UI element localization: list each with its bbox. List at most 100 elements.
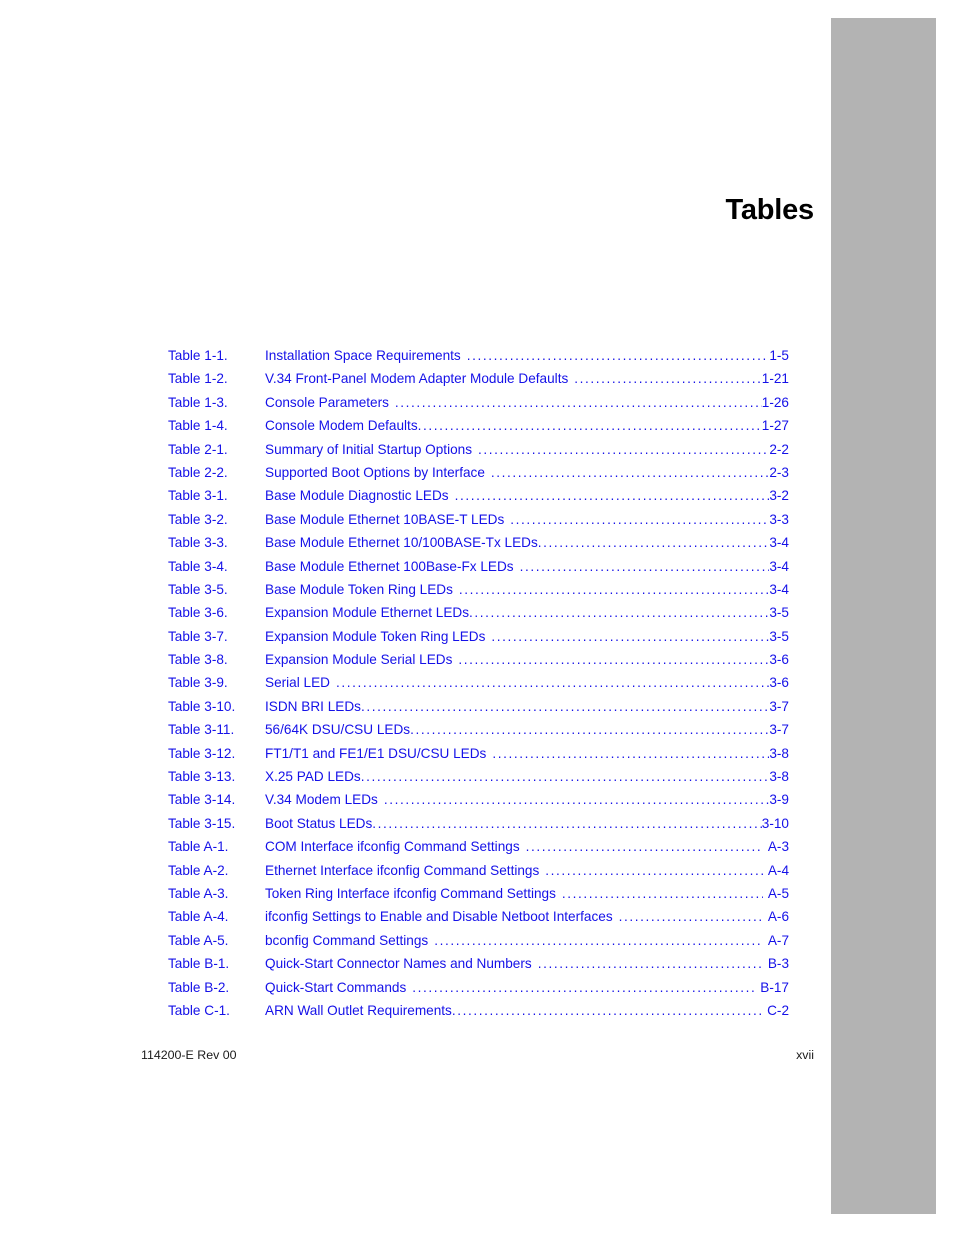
toc-dot-leader: ........................................… bbox=[372, 816, 762, 831]
toc-entry-description: V.34 Front-Panel Modem Adapter Module De… bbox=[265, 371, 569, 387]
toc-entry-description: Token Ring Interface ifconfig Command Se… bbox=[265, 885, 556, 901]
toc-entry-page-number: 3-7 bbox=[769, 722, 789, 738]
toc-dot-leader: ........................................… bbox=[478, 442, 769, 457]
toc-entry-body: FT1/T1 and FE1/E1 DSU/CSU LEDs..........… bbox=[265, 746, 769, 761]
toc-entry-description: Base Module Ethernet 10BASE-T LEDs bbox=[265, 511, 505, 527]
toc-entry-description: Base Module Ethernet 10/100BASE-Tx LEDs bbox=[265, 535, 538, 551]
toc-dot-leader: ........................................… bbox=[519, 559, 770, 574]
toc-entry-body: bconfig Command Settings................… bbox=[265, 933, 763, 948]
toc-entry[interactable]: Table A-5. bconfig Command Settings......… bbox=[168, 933, 789, 956]
toc-entry-body: Summary of Initial Startup Options......… bbox=[265, 442, 769, 457]
toc-entry[interactable]: Table C-1. ARN Wall Outlet Requirements..… bbox=[168, 1003, 789, 1026]
toc-entry-label: Table 3-3. bbox=[168, 535, 228, 551]
toc-entry[interactable]: Table 3-1. Base Module Diagnostic LEDs...… bbox=[168, 488, 789, 511]
toc-entry-page-number: 3-4 bbox=[769, 581, 789, 597]
toc-entry-page-number: 3-2 bbox=[769, 488, 789, 504]
toc-dot-leader: ........................................… bbox=[394, 395, 762, 410]
toc-entry[interactable]: Table A-2. Ethernet Interface ifconfig Co… bbox=[168, 863, 789, 886]
toc-entry-page-number: A-6 bbox=[767, 909, 789, 925]
toc-entry-description: Expansion Module Ethernet LEDs bbox=[265, 605, 470, 621]
toc-entry[interactable]: Table 3-5. Base Module Token Ring LEDs...… bbox=[168, 582, 789, 605]
toc-dot-leader: ........................................… bbox=[561, 886, 763, 901]
toc-entry-label: Table A-3. bbox=[168, 885, 229, 901]
toc-entry-label: Table 3-1. bbox=[168, 488, 228, 504]
toc-entry-body: COM Interface ifconfig Command Settings.… bbox=[265, 839, 763, 854]
toc-dot-leader: ........................................… bbox=[545, 863, 763, 878]
toc-entry-body: Quick-Start Commands....................… bbox=[265, 980, 755, 995]
toc-entry[interactable]: Table 3-4. Base Module Ethernet 100Base-F… bbox=[168, 559, 789, 582]
toc-entry-page-number: C-2 bbox=[767, 1002, 789, 1018]
toc-entry-label: Table A-4. bbox=[168, 909, 229, 925]
page-edge-tab bbox=[831, 18, 936, 1214]
toc-entry-page-number: 3-6 bbox=[769, 675, 789, 691]
toc-entry-label: Table 3-6. bbox=[168, 605, 228, 621]
toc-entry[interactable]: Table 3-7. Expansion Module Token Ring LE… bbox=[168, 629, 789, 652]
toc-entry[interactable]: Table A-1. COM Interface ifconfig Command… bbox=[168, 839, 789, 862]
toc-entry-page-number: 1-5 bbox=[769, 348, 789, 363]
toc-entry-label: Table A-1. bbox=[168, 839, 229, 855]
toc-entry[interactable]: Table 1-1. Installation Space Requirement… bbox=[168, 348, 789, 371]
toc-entry[interactable]: Table 3-8. Expansion Module Serial LEDs..… bbox=[168, 652, 789, 675]
toc-entry[interactable]: Table 3-9. Serial LED....................… bbox=[168, 675, 789, 698]
toc-entry-body: Installation Space Requirements.........… bbox=[265, 348, 769, 363]
toc-entry-description: Quick-Start Connector Names and Numbers bbox=[265, 956, 532, 972]
toc-entry-description: Expansion Module Serial LEDs bbox=[265, 652, 453, 668]
toc-entry-label: Table 3-10. bbox=[168, 698, 236, 714]
toc-dot-leader: ........................................… bbox=[466, 349, 770, 363]
toc-dot-leader: ........................................… bbox=[434, 933, 763, 948]
toc-entry[interactable]: Table 3-12. FT1/T1 and FE1/E1 DSU/CSU LED… bbox=[168, 746, 789, 769]
toc-entry[interactable]: Table 2-1. Summary of Initial Startup Opt… bbox=[168, 442, 789, 465]
toc-entry-description: 56/64K DSU/CSU LEDs bbox=[265, 722, 411, 738]
toc-entry[interactable]: Table 3-3. Base Module Ethernet 10/100BAS… bbox=[168, 535, 789, 558]
toc-dot-leader: ........................................… bbox=[451, 1003, 763, 1018]
toc-entry-description: V.34 Modem LEDs bbox=[265, 792, 378, 808]
toc-entry-body: Console Parameters......................… bbox=[265, 395, 762, 410]
toc-entry-label: Table 3-4. bbox=[168, 558, 228, 574]
toc-entry-description: COM Interface ifconfig Command Settings bbox=[265, 839, 520, 855]
toc-entry-body: Console Modem Defaults..................… bbox=[265, 418, 762, 433]
toc-entry-description: X.25 PAD LEDs bbox=[265, 769, 361, 785]
toc-entry-page-number: 1-21 bbox=[761, 371, 789, 387]
toc-entry-page-number: 1-26 bbox=[761, 394, 789, 410]
toc-entry[interactable]: Table A-3. Token Ring Interface ifconfig … bbox=[168, 886, 789, 909]
toc-entry-label: Table 3-13. bbox=[168, 769, 236, 785]
toc-entry[interactable]: Table 3-6. Expansion Module Ethernet LEDs… bbox=[168, 605, 789, 628]
toc-entry[interactable]: Table 3-14. V.34 Modem LEDs..............… bbox=[168, 792, 789, 815]
toc-entry-body: Base Module Ethernet 10BASE-T LEDs......… bbox=[265, 512, 769, 527]
toc-dot-leader: ........................................… bbox=[458, 582, 770, 597]
toc-dot-leader: ........................................… bbox=[492, 746, 769, 761]
toc-entry-body: ISDN BRI LEDs...........................… bbox=[265, 699, 769, 714]
toc-entry-body: ifconfig Settings to Enable and Disable … bbox=[265, 909, 763, 924]
toc-entry[interactable]: Table 2-2. Supported Boot Options by Inte… bbox=[168, 465, 789, 488]
toc-entry-label: Table 1-1. bbox=[168, 348, 228, 363]
toc-entry-description: Base Module Ethernet 100Base-Fx LEDs bbox=[265, 558, 514, 574]
toc-entry-page-number: 3-3 bbox=[769, 511, 789, 527]
toc-entry-body: Serial LED..............................… bbox=[265, 675, 769, 690]
toc-entry-page-number: 3-5 bbox=[769, 628, 789, 644]
document-page: Tables Table 1-1. Installation Space Requ… bbox=[0, 0, 954, 1235]
toc-entry-page-number: 2-3 bbox=[769, 464, 789, 480]
toc-entry-label: Table 2-2. bbox=[168, 464, 228, 480]
toc-entry[interactable]: Table 3-15. Boot Status LEDs.............… bbox=[168, 816, 789, 839]
toc-entry[interactable]: Table B-2. Quick-Start Commands..........… bbox=[168, 980, 789, 1003]
footer-page-number: xvii bbox=[796, 1048, 814, 1062]
toc-dot-leader: ........................................… bbox=[510, 512, 770, 527]
toc-entry-page-number: 1-27 bbox=[761, 418, 789, 434]
toc-entry[interactable]: Table B-1. Quick-Start Connector Names an… bbox=[168, 956, 789, 979]
toc-entry[interactable]: Table 1-3. Console Parameters............… bbox=[168, 395, 789, 418]
toc-entry[interactable]: Table 3-13. X.25 PAD LEDs................… bbox=[168, 769, 789, 792]
toc-dot-leader: ........................................… bbox=[360, 699, 770, 714]
toc-entry[interactable]: Table 3-11. 56/64K DSU/CSU LEDs..........… bbox=[168, 722, 789, 745]
toc-entry-label: Table 3-9. bbox=[168, 675, 228, 691]
table-of-tables-list: Table 1-1. Installation Space Requirement… bbox=[168, 348, 789, 1026]
toc-entry[interactable]: Table 3-10. ISDN BRI LEDs................… bbox=[168, 699, 789, 722]
toc-dot-leader: ........................................… bbox=[537, 957, 763, 971]
toc-entry[interactable]: Table 1-2. V.34 Front-Panel Modem Adapter… bbox=[168, 371, 789, 394]
toc-entry-page-number: 3-8 bbox=[769, 745, 789, 761]
toc-entry[interactable]: Table 1-4. Console Modem Defaults........… bbox=[168, 418, 789, 441]
toc-entry[interactable]: Table A-4. ifconfig Settings to Enable an… bbox=[168, 909, 789, 932]
toc-entry-body: Expansion Module Ethernet LEDs..........… bbox=[265, 605, 769, 620]
toc-entry-body: V.34 Front-Panel Modem Adapter Module De… bbox=[265, 371, 762, 386]
toc-entry[interactable]: Table 3-2. Base Module Ethernet 10BASE-T … bbox=[168, 512, 789, 535]
toc-entry-label: Table 2-1. bbox=[168, 441, 228, 457]
